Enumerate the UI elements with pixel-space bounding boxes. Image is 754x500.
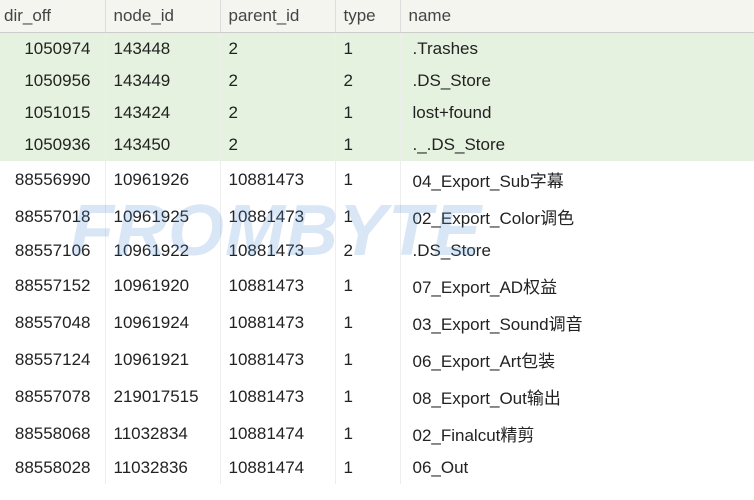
cell-name: 03_Export_Sound调音 — [400, 304, 754, 341]
table-row[interactable]: 105101514342421lost+found — [0, 97, 754, 129]
cell-dir-off: 88558028 — [0, 452, 105, 484]
cell-name: 04_Export_Sub字幕 — [400, 161, 754, 198]
col-header-node-id[interactable]: node_id — [105, 0, 220, 33]
cell-dir-off: 1050956 — [0, 65, 105, 97]
cell-name: 02_Export_Color调色 — [400, 198, 754, 235]
cell-type: 2 — [335, 235, 400, 267]
cell-parent-id: 10881473 — [220, 267, 335, 304]
cell-dir-off: 1050936 — [0, 129, 105, 161]
cell-parent-id: 10881473 — [220, 378, 335, 415]
cell-node-id: 143424 — [105, 97, 220, 129]
cell-name: 06_Out — [400, 452, 754, 484]
table-row[interactable]: 8855707821901751510881473108_Export_Out输… — [0, 378, 754, 415]
cell-type: 1 — [335, 452, 400, 484]
cell-name: 06_Export_Art包装 — [400, 341, 754, 378]
table-header-row: dir_off node_id parent_id type name — [0, 0, 754, 33]
cell-parent-id: 10881473 — [220, 161, 335, 198]
cell-node-id: 10961926 — [105, 161, 220, 198]
cell-type: 1 — [335, 97, 400, 129]
cell-dir-off: 1051015 — [0, 97, 105, 129]
table-row[interactable]: 885570181096192510881473102_Export_Color… — [0, 198, 754, 235]
cell-type: 1 — [335, 161, 400, 198]
cell-name: .DS_Store — [400, 235, 754, 267]
cell-node-id: 143448 — [105, 33, 220, 66]
cell-type: 1 — [335, 304, 400, 341]
cell-type: 1 — [335, 129, 400, 161]
cell-name: 08_Export_Out输出 — [400, 378, 754, 415]
table-row[interactable]: 885580281103283610881474106_Out — [0, 452, 754, 484]
cell-parent-id: 10881473 — [220, 304, 335, 341]
cell-dir-off: 88557018 — [0, 198, 105, 235]
cell-parent-id: 10881473 — [220, 341, 335, 378]
cell-dir-off: 88557048 — [0, 304, 105, 341]
table-row[interactable]: 885570481096192410881473103_Export_Sound… — [0, 304, 754, 341]
data-table: dir_off node_id parent_id type name 1050… — [0, 0, 754, 484]
cell-name: ._.DS_Store — [400, 129, 754, 161]
table-row[interactable]: 885569901096192610881473104_Export_Sub字幕 — [0, 161, 754, 198]
table-row[interactable]: 885580681103283410881474102_Finalcut精剪 — [0, 415, 754, 452]
cell-name: .DS_Store — [400, 65, 754, 97]
cell-type: 1 — [335, 33, 400, 66]
table-body: 105097414344821.Trashes105095614344922.D… — [0, 33, 754, 485]
cell-node-id: 143450 — [105, 129, 220, 161]
table-row[interactable]: 885571241096192110881473106_Export_Art包装 — [0, 341, 754, 378]
cell-node-id: 10961921 — [105, 341, 220, 378]
cell-parent-id: 10881474 — [220, 415, 335, 452]
cell-node-id: 11032836 — [105, 452, 220, 484]
cell-dir-off: 88557152 — [0, 267, 105, 304]
cell-parent-id: 2 — [220, 33, 335, 66]
cell-name: lost+found — [400, 97, 754, 129]
cell-dir-off: 88556990 — [0, 161, 105, 198]
cell-node-id: 10961922 — [105, 235, 220, 267]
cell-node-id: 219017515 — [105, 378, 220, 415]
cell-dir-off: 88558068 — [0, 415, 105, 452]
cell-node-id: 10961924 — [105, 304, 220, 341]
cell-type: 1 — [335, 378, 400, 415]
cell-node-id: 10961925 — [105, 198, 220, 235]
cell-type: 1 — [335, 198, 400, 235]
cell-parent-id: 2 — [220, 65, 335, 97]
cell-dir-off: 88557106 — [0, 235, 105, 267]
cell-node-id: 10961920 — [105, 267, 220, 304]
cell-name: 07_Export_AD权益 — [400, 267, 754, 304]
cell-parent-id: 10881474 — [220, 452, 335, 484]
cell-node-id: 143449 — [105, 65, 220, 97]
cell-type: 2 — [335, 65, 400, 97]
cell-node-id: 11032834 — [105, 415, 220, 452]
cell-dir-off: 1050974 — [0, 33, 105, 66]
col-header-type[interactable]: type — [335, 0, 400, 33]
cell-parent-id: 10881473 — [220, 235, 335, 267]
cell-dir-off: 88557078 — [0, 378, 105, 415]
cell-dir-off: 88557124 — [0, 341, 105, 378]
col-header-parent-id[interactable]: parent_id — [220, 0, 335, 33]
table-row[interactable]: 105095614344922.DS_Store — [0, 65, 754, 97]
cell-name: .Trashes — [400, 33, 754, 66]
table-row[interactable]: 105093614345021._.DS_Store — [0, 129, 754, 161]
col-header-name[interactable]: name — [400, 0, 754, 33]
cell-parent-id: 2 — [220, 97, 335, 129]
table-row[interactable]: 105097414344821.Trashes — [0, 33, 754, 66]
col-header-dir-off[interactable]: dir_off — [0, 0, 105, 33]
cell-type: 1 — [335, 415, 400, 452]
cell-parent-id: 10881473 — [220, 198, 335, 235]
cell-name: 02_Finalcut精剪 — [400, 415, 754, 452]
table-row[interactable]: 885571521096192010881473107_Export_AD权益 — [0, 267, 754, 304]
cell-type: 1 — [335, 267, 400, 304]
cell-parent-id: 2 — [220, 129, 335, 161]
cell-type: 1 — [335, 341, 400, 378]
table-row[interactable]: 8855710610961922108814732.DS_Store — [0, 235, 754, 267]
